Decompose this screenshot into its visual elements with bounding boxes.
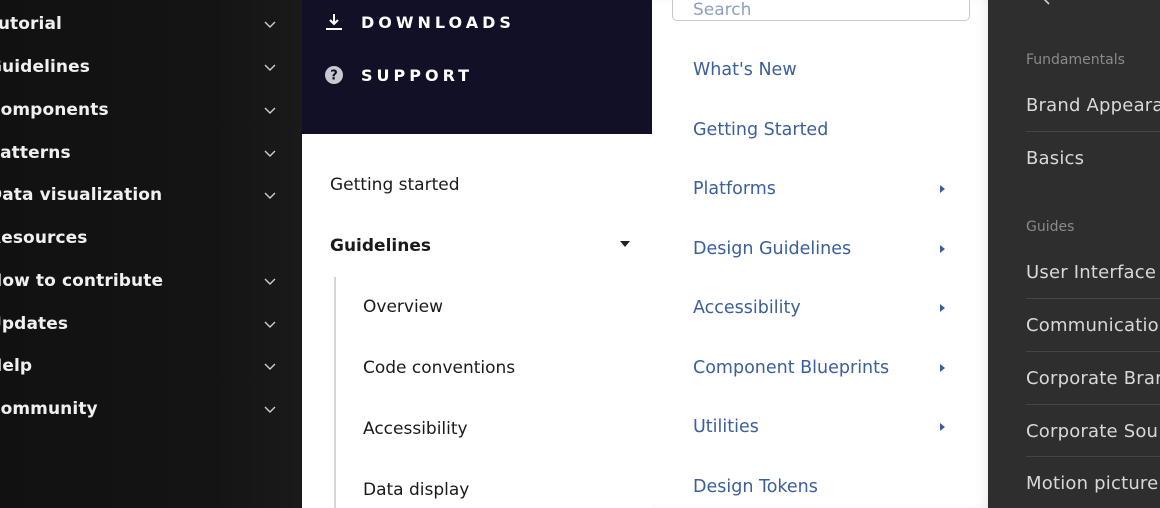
- nav-item-label: Utilities: [693, 417, 759, 437]
- downloads-link[interactable]: DOWNLOADS: [324, 7, 511, 37]
- nav-item-label: Component Blueprints: [693, 358, 890, 378]
- section-heading-guides: Guides: [1026, 219, 1075, 235]
- sidebar-item-label: Guidelines: [0, 57, 90, 77]
- lightning-sidebar: What's New Getting Started Platforms Des…: [652, 0, 988, 508]
- nav-item-label: What's New: [693, 60, 797, 80]
- nav-item-label: Getting Started: [693, 120, 829, 140]
- sidebar-item-patterns[interactable]: Patterns: [0, 133, 302, 173]
- nav-item-corporate-brand[interactable]: Corporate Brar: [1026, 352, 1160, 404]
- support-link[interactable]: ? SUPPORT: [324, 60, 469, 90]
- nav-item-motion-pictures[interactable]: Motion picture: [1026, 457, 1160, 508]
- chevron-down-icon: [264, 107, 276, 114]
- svg-text:?: ?: [330, 69, 338, 84]
- sidebar-item-label: Help: [0, 356, 33, 376]
- chevron-down-icon: [264, 406, 276, 413]
- chevron-down-icon: [264, 150, 276, 157]
- nav-item-design-tokens[interactable]: Design Tokens: [693, 472, 953, 502]
- guidelines-link[interactable]: Guidelines: [330, 236, 431, 256]
- downloads-label: DOWNLOADS: [361, 12, 515, 32]
- subnav-item-accessibility[interactable]: Accessibility: [363, 419, 468, 439]
- subnav-item-overview[interactable]: Overview: [363, 297, 443, 317]
- nav-item-brand-appearance[interactable]: Brand Appeara: [1026, 79, 1160, 131]
- nav-item-communication[interactable]: Communicatio: [1026, 299, 1160, 351]
- nav-item-basics[interactable]: Basics: [1026, 132, 1160, 184]
- nav-item-label: Motion picture: [1026, 472, 1159, 494]
- sidebar-item-label: Patterns: [0, 143, 71, 163]
- sidebar-item-data-visualization[interactable]: Data visualization: [0, 175, 302, 215]
- nav-item-user-interface[interactable]: User Interface: [1026, 246, 1160, 298]
- nav-item-label: Basics: [1026, 147, 1085, 169]
- carbon-sidebar: Tutorial Guidelines Components Patterns …: [0, 0, 302, 508]
- nav-item-label: Design Guidelines: [693, 239, 852, 259]
- chevron-down-icon: [264, 64, 276, 71]
- subnav-item-data-display[interactable]: Data display: [363, 480, 469, 500]
- nav-item-label: Corporate Brar: [1026, 367, 1160, 389]
- section-heading-fundamentals: Fundamentals: [1026, 52, 1125, 68]
- sidebar-item-label: Components: [0, 100, 109, 120]
- nav-item-whats-new[interactable]: What's New: [693, 55, 953, 85]
- sidebar-item-resources[interactable]: Resources: [0, 218, 302, 258]
- caret-down-icon[interactable]: [620, 241, 630, 247]
- docs-sidebar-header: DOWNLOADS ? SUPPORT: [302, 0, 652, 134]
- chevron-right-icon: [940, 185, 945, 193]
- dark-sidebar: Fundamentals Brand Appeara Basics Guides…: [988, 0, 1160, 508]
- nav-item-label: Accessibility: [693, 298, 801, 318]
- sidebar-item-label: How to contribute: [0, 271, 164, 291]
- chevron-left-icon[interactable]: [1040, 0, 1054, 6]
- sidebar-item-label: Tutorial: [0, 14, 62, 34]
- sidebar-item-label: Updates: [0, 314, 69, 334]
- nav-item-platforms[interactable]: Platforms: [693, 174, 953, 204]
- chevron-down-icon: [264, 21, 276, 28]
- nav-item-label: Platforms: [693, 179, 776, 199]
- getting-started-link[interactable]: Getting started: [330, 175, 460, 195]
- sidebar-item-how-to-contribute[interactable]: How to contribute: [0, 261, 302, 301]
- sidebar-item-updates[interactable]: Updates: [0, 304, 302, 344]
- chevron-right-icon: [940, 364, 945, 372]
- help-circle-icon: ?: [324, 65, 344, 85]
- chevron-right-icon: [940, 304, 945, 312]
- nav-item-design-guidelines[interactable]: Design Guidelines: [693, 234, 953, 264]
- support-label: SUPPORT: [361, 65, 474, 85]
- search-box[interactable]: [672, 0, 970, 21]
- nav-item-label: Design Tokens: [693, 477, 818, 497]
- search-input[interactable]: [673, 0, 969, 20]
- nav-item-label: User Interface: [1026, 261, 1157, 283]
- chevron-down-icon: [264, 321, 276, 328]
- sidebar-item-components[interactable]: Components: [0, 90, 302, 130]
- nav-item-getting-started[interactable]: Getting Started: [693, 115, 953, 145]
- nav-item-label: Communicatio: [1026, 314, 1159, 336]
- sidebar-item-help[interactable]: Help: [0, 346, 302, 386]
- chevron-right-icon: [940, 245, 945, 253]
- chevron-down-icon: [264, 278, 276, 285]
- chevron-down-icon: [264, 192, 276, 199]
- chevron-down-icon: [264, 363, 276, 370]
- subnav-rule: [334, 277, 336, 508]
- nav-item-accessibility[interactable]: Accessibility: [693, 293, 953, 323]
- download-icon: [324, 12, 344, 32]
- nav-item-utilities[interactable]: Utilities: [693, 412, 953, 442]
- nav-item-label: Corporate Sou: [1026, 420, 1159, 442]
- sidebar-item-tutorial[interactable]: Tutorial: [0, 4, 302, 44]
- chevron-right-icon: [940, 423, 945, 431]
- nav-item-corporate-sound[interactable]: Corporate Sou: [1026, 405, 1160, 457]
- docs-sidebar: DOWNLOADS ? SUPPORT Getting started Guid…: [302, 0, 652, 508]
- sidebar-item-label: Resources: [0, 228, 88, 248]
- sidebar-item-label: Data visualization: [0, 185, 163, 205]
- sidebar-item-label: Community: [0, 399, 98, 419]
- sidebar-item-community[interactable]: Community: [0, 389, 302, 429]
- sidebar-item-guidelines[interactable]: Guidelines: [0, 47, 302, 87]
- subnav-item-code-conventions[interactable]: Code conventions: [363, 358, 515, 378]
- nav-item-label: Brand Appeara: [1026, 94, 1160, 116]
- nav-item-component-blueprints[interactable]: Component Blueprints: [693, 353, 953, 383]
